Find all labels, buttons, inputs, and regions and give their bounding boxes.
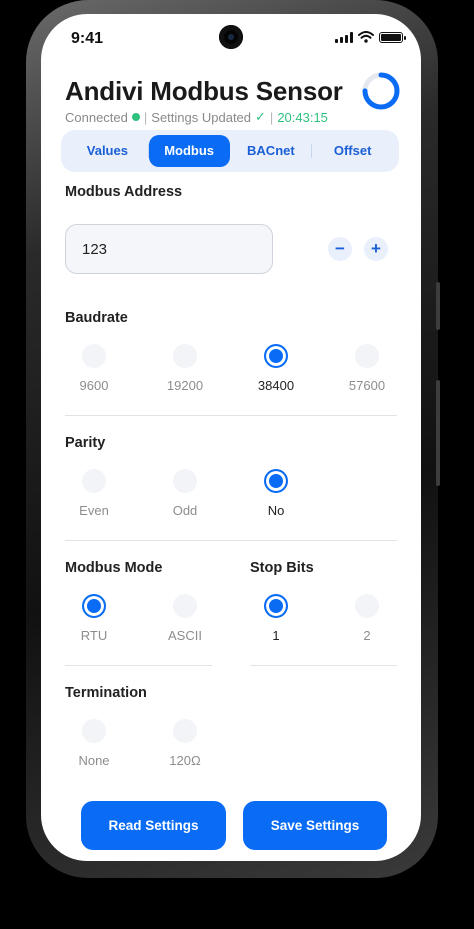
tab-values[interactable]: Values [67,135,148,167]
termination-option-120[interactable]: 120Ω [145,719,225,768]
parity-option-odd[interactable]: Odd [145,469,225,518]
baudrate-label: Baudrate [65,310,128,326]
radio-icon [82,469,106,493]
baudrate-option-19200[interactable]: 19200 [145,344,225,393]
parity-option-even[interactable]: Even [54,469,134,518]
connected-dot-icon [131,113,140,121]
increment-button[interactable]: + [364,237,388,261]
save-settings-button[interactable]: Save Settings [243,801,387,850]
modbus-address-label: Modbus Address [65,184,183,200]
radio-label: Even [79,503,109,518]
radio-label: 57600 [348,378,386,393]
radio-icon [173,469,197,493]
connection-status: Connected [65,109,128,125]
radio-label: 120Ω [169,753,201,768]
divider [65,540,397,541]
baudrate-option-57600[interactable]: 57600 [327,344,407,393]
radio-label: 38400 [257,378,295,393]
page-title: Andivi Modbus Sensor [65,76,343,106]
settings-status: Settings Updated [151,109,252,125]
tab-offset[interactable]: Offset [312,135,393,167]
tab-bacnet[interactable]: BACnet [231,135,312,167]
battery-icon [379,31,406,43]
radio-label: No [267,503,285,518]
parity-option-no[interactable]: No [236,469,316,518]
radio-label: 2 [363,628,371,643]
check-icon: ✓ [255,109,266,124]
modbus-address-input[interactable] [65,224,273,274]
radio-icon [173,719,197,743]
radio-icon [355,594,379,618]
divider [250,665,397,666]
radio-selected-icon [264,469,288,493]
status-time: 9:41 [71,30,104,47]
tab-modbus[interactable]: Modbus [148,135,230,167]
radio-label: RTU [80,628,108,643]
radio-selected-icon [264,344,288,368]
modbus-mode-label: Modbus Mode [65,560,163,576]
radio-label: 19200 [166,378,204,393]
modbus-mode-option-rtu[interactable]: RTU [54,594,134,643]
radio-icon [173,594,197,618]
radio-selected-icon [82,594,106,618]
divider [65,415,397,416]
modbus-mode-option-ascii[interactable]: ASCII [145,594,225,643]
app-screen: 9:41 Andivi Modbus Sensor Connected | Se… [41,14,421,861]
radio-icon [355,344,379,368]
baudrate-option-38400[interactable]: 38400 [236,344,316,393]
stop-bits-label: Stop Bits [250,560,314,576]
radio-icon [173,344,197,368]
radio-label: 1 [272,628,280,643]
decrement-button[interactable]: − [328,237,352,261]
wifi-icon [358,31,374,43]
parity-label: Parity [65,435,106,451]
baudrate-option-9600[interactable]: 9600 [54,344,134,393]
stop-bits-option-1[interactable]: 1 [236,594,316,643]
divider [65,665,212,666]
signal-icon [335,31,353,43]
sync-progress-ring [362,72,400,110]
volume-button [436,380,440,486]
last-update-time: 20:43:15 [277,109,328,125]
radio-label: None [78,753,110,768]
connection-status-line: Connected | Settings Updated ✓ | 20:43:1… [65,109,328,125]
stop-bits-option-2[interactable]: 2 [327,594,407,643]
radio-label: Odd [172,503,198,518]
front-camera [219,25,243,49]
radio-icon [82,719,106,743]
divider: | [143,109,148,125]
read-settings-button[interactable]: Read Settings [81,801,226,850]
radio-selected-icon [264,594,288,618]
divider: | [269,109,274,125]
tab-bar: Values Modbus BACnet Offset [61,130,399,172]
status-bar: 9:41 [41,14,421,62]
radio-label: ASCII [168,628,202,643]
termination-option-none[interactable]: None [54,719,134,768]
radio-icon [82,344,106,368]
power-button [436,282,440,330]
radio-label: 9600 [79,378,109,393]
status-icons [335,31,406,43]
termination-label: Termination [65,685,147,701]
